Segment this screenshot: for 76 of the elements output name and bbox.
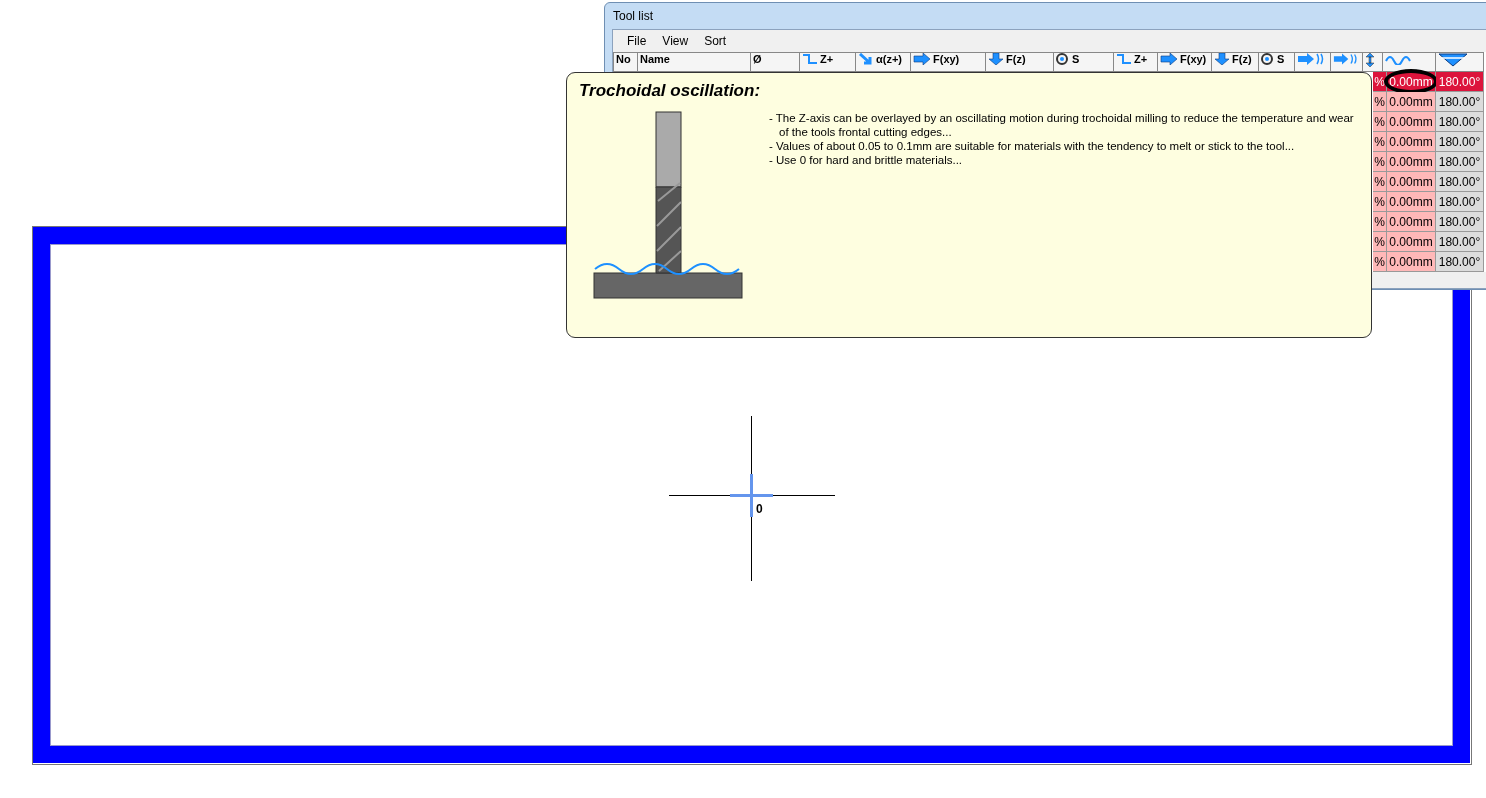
down-arrow-icon: [1214, 53, 1230, 65]
column-label: F(xy): [1180, 53, 1207, 65]
up-down-arrow-icon: [1365, 53, 1375, 67]
table-cell: %: [1373, 92, 1387, 112]
table-cell: 0.00mm: [1387, 172, 1436, 192]
column-label: S: [1277, 53, 1285, 65]
table-cell: %: [1373, 252, 1387, 272]
column-header[interactable]: Name: [638, 52, 751, 72]
arrow-wave-icon: [1333, 53, 1360, 65]
table-cell: 180.00°: [1436, 252, 1484, 272]
column-header[interactable]: [1383, 52, 1436, 72]
table-cell: 0.00mm: [1387, 232, 1436, 252]
column-header[interactable]: F(xy): [1158, 52, 1212, 72]
table-cell: 180.00°: [1436, 212, 1484, 232]
table-cell: 0.00mm: [1387, 212, 1436, 232]
table-cell: 0.00mm: [1387, 72, 1436, 92]
column-header[interactable]: Ø: [751, 52, 800, 72]
column-header[interactable]: F(xy): [911, 52, 986, 72]
table-cell: 180.00°: [1436, 132, 1484, 152]
menu-item[interactable]: View: [656, 32, 695, 50]
menu-item[interactable]: Sort: [698, 32, 733, 50]
table-cell: 0.00mm: [1387, 92, 1436, 112]
column-header[interactable]: Z+: [800, 52, 856, 72]
column-label: S: [1072, 53, 1080, 65]
table-cell: 180.00°: [1436, 172, 1484, 192]
tooltip-text: - Use 0 for hard and brittle materials...: [769, 153, 964, 167]
right-arrow-icon: [913, 53, 931, 65]
table-cell: %: [1373, 152, 1387, 172]
table-cell: %: [1373, 232, 1387, 252]
column-header[interactable]: S: [1054, 52, 1114, 72]
column-label: Z+: [820, 53, 834, 65]
column-label: Name: [640, 53, 670, 65]
tooltip-text: - Values of about 0.05 to 0.1mm are suitable for materials with the tendency to melt or stick to the tool...: [769, 139, 1296, 153]
table-cell: 180.00°: [1436, 192, 1484, 212]
down-arrow-icon: [988, 53, 1004, 65]
column-label: No: [616, 53, 631, 65]
column-label: Z+: [1134, 53, 1148, 65]
column-header[interactable]: No: [613, 52, 638, 72]
table-cell: %: [1373, 172, 1387, 192]
column-header[interactable]: Z+: [1114, 52, 1158, 72]
table-cell: %: [1373, 112, 1387, 132]
origin-label: 0: [756, 502, 763, 516]
table-cell: 0.00mm: [1387, 192, 1436, 212]
spindle-icon: [1261, 53, 1275, 65]
tooltip-text: - The Z-axis can be overlayed by an oscillating motion during trochoidal milling to reduce the temperature and wear of the tools frontal cutting edges...: [769, 111, 1355, 139]
diagonal-arrow-icon: [858, 53, 874, 65]
cone-icon: [1438, 53, 1468, 67]
column-header[interactable]: α(z+): [856, 52, 911, 72]
spindle-icon: [1056, 53, 1070, 65]
table-cell: %: [1373, 72, 1387, 92]
step-icon: [1116, 53, 1132, 65]
table-cell: 180.00°: [1436, 92, 1484, 112]
window-title: Tool list: [612, 8, 654, 25]
column-label: F(xy): [933, 53, 960, 65]
step-icon: [802, 53, 818, 65]
table-cell: 180.00°: [1436, 112, 1484, 132]
table-cell: 0.00mm: [1387, 152, 1436, 172]
menu-item[interactable]: File: [621, 32, 653, 50]
right-arrow-icon: [1160, 53, 1178, 65]
table-cell: %: [1373, 212, 1387, 232]
table-cell: %: [1373, 132, 1387, 152]
column-label: α(z+): [876, 53, 902, 65]
tooltip-title: Trochoidal oscillation:: [579, 81, 762, 101]
table-cell: 180.00°: [1436, 232, 1484, 252]
table-cell: 0.00mm: [1387, 112, 1436, 132]
column-header[interactable]: F(z): [1212, 52, 1259, 72]
column-header[interactable]: S: [1259, 52, 1295, 72]
table-cell: 180.00°: [1436, 152, 1484, 172]
table-cell: %: [1373, 192, 1387, 212]
table-cell: 0.00mm: [1387, 132, 1436, 152]
table-cell: 0.00mm: [1387, 252, 1436, 272]
column-header[interactable]: F(z): [986, 52, 1054, 72]
column-label: F(z): [1006, 53, 1026, 65]
table-cell: 180.00°: [1436, 72, 1484, 92]
column-label: F(z): [1232, 53, 1252, 65]
column-label: Ø: [753, 53, 762, 65]
